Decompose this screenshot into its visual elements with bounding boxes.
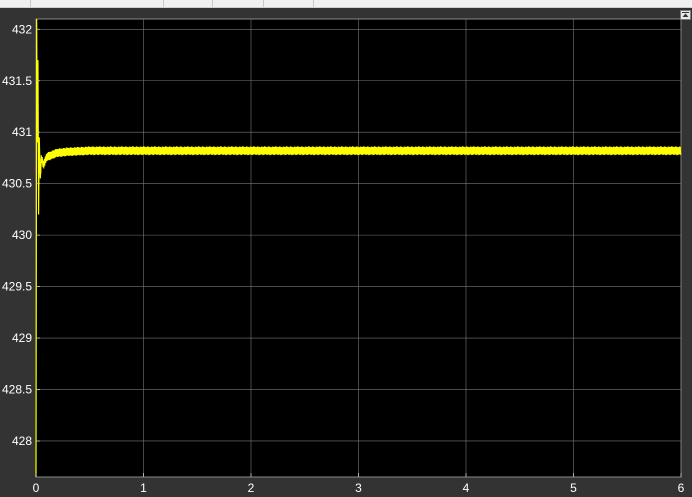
y-axis-ticks: 428 428.5 429 429.5 430 430.5 431 431.5 432: [2, 22, 40, 448]
restore-axes-icon: [682, 12, 689, 17]
y-tick-label: 428.5: [2, 383, 32, 397]
scope-plot[interactable]: 428 428.5 429 429.5 430 430.5 431 431.5 432 0 1 2 3…: [0, 0, 692, 497]
y-tick-label: 430: [12, 228, 32, 242]
restore-axes-button[interactable]: [680, 10, 691, 20]
x-tick-label: 0: [33, 481, 40, 495]
x-tick-label: 3: [355, 481, 362, 495]
x-tick-label: 5: [570, 481, 577, 495]
y-tick-label: 429: [12, 331, 32, 345]
x-tick-label: 1: [140, 481, 147, 495]
y-tick-label: 432: [12, 22, 32, 36]
x-tick-label: 6: [678, 481, 685, 495]
y-tick-label: 428: [12, 434, 32, 448]
y-tick-label: 431.5: [2, 74, 32, 88]
y-tick-label: 431: [12, 125, 32, 139]
y-tick-label: 430.5: [2, 177, 32, 191]
x-tick-label: 2: [248, 481, 255, 495]
y-tick-label: 429.5: [2, 280, 32, 294]
x-tick-label: 4: [463, 481, 470, 495]
